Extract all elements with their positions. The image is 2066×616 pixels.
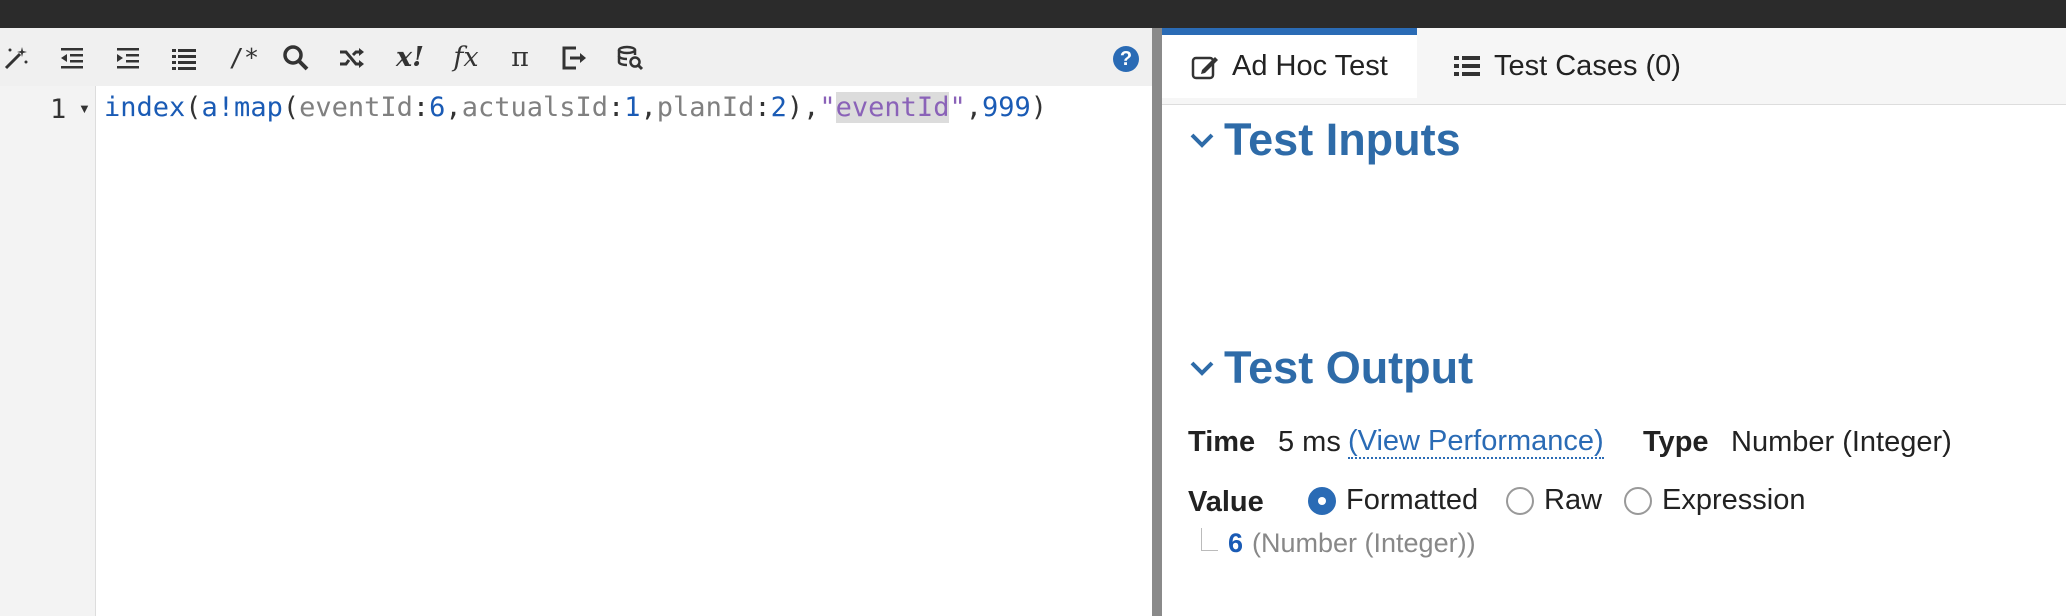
type-value: Number (Integer) bbox=[1731, 426, 1952, 458]
section-title: Test Output bbox=[1224, 342, 1474, 393]
code-token: planId bbox=[656, 92, 755, 123]
code-token: a!map bbox=[201, 92, 283, 123]
shuffle-icon[interactable] bbox=[336, 42, 368, 74]
type-label: Type bbox=[1643, 426, 1709, 458]
expression-editor-pane: /* x! fx π ? 1 ▼ index(a!map(eventId:6,a… bbox=[0, 28, 1152, 616]
radio-circle[interactable] bbox=[1506, 486, 1534, 515]
code-token: ( bbox=[185, 92, 202, 123]
code-token: , bbox=[965, 92, 982, 123]
time-label: Time bbox=[1188, 426, 1256, 458]
code-token: " bbox=[949, 92, 966, 123]
radio-label: Raw bbox=[1544, 484, 1603, 516]
database-search-icon[interactable] bbox=[614, 42, 646, 74]
radio-label: Expression bbox=[1662, 484, 1806, 516]
outdent-icon[interactable] bbox=[56, 42, 88, 74]
code-token: : bbox=[412, 92, 430, 123]
code-token: ), bbox=[786, 92, 820, 123]
test-output-header[interactable]: Test Output bbox=[1188, 342, 1473, 394]
code-token: actualsId bbox=[461, 92, 608, 123]
radio-formatted[interactable]: Formatted bbox=[1308, 484, 1478, 517]
result-type: (Number (Integer)) bbox=[1252, 528, 1476, 558]
help-icon[interactable]: ? bbox=[1113, 46, 1139, 72]
tab-label: Ad Hoc Test bbox=[1232, 50, 1388, 82]
code-token: 2 bbox=[770, 92, 787, 123]
line-number: 1 bbox=[50, 94, 67, 125]
comment-icon[interactable]: /* bbox=[224, 42, 264, 74]
test-inputs-header[interactable]: Test Inputs bbox=[1188, 114, 1461, 166]
fold-arrow-icon[interactable]: ▼ bbox=[78, 101, 91, 116]
test-tabs: Ad Hoc Test Test Cases (0) bbox=[1162, 28, 2066, 105]
chevron-down-icon bbox=[1190, 133, 1214, 148]
export-icon[interactable] bbox=[558, 42, 590, 74]
code-token: eventId bbox=[835, 92, 950, 123]
tree-connector bbox=[1201, 528, 1218, 551]
code-token: ( bbox=[282, 92, 300, 123]
chevron-down-icon bbox=[1190, 361, 1214, 376]
time-value: 5 ms bbox=[1278, 426, 1341, 458]
radio-raw[interactable]: Raw bbox=[1506, 484, 1602, 517]
result-value: 6 bbox=[1228, 528, 1244, 558]
code-token: : bbox=[608, 92, 625, 123]
code-token: " bbox=[819, 92, 836, 123]
function-icon[interactable]: fx bbox=[446, 42, 486, 74]
code-token: 1 bbox=[624, 92, 641, 123]
radio-circle[interactable] bbox=[1308, 486, 1336, 515]
search-icon[interactable] bbox=[280, 42, 312, 74]
code-token: ) bbox=[1030, 92, 1048, 123]
radio-label: Formatted bbox=[1346, 484, 1479, 516]
tab-test-cases[interactable]: Test Cases (0) bbox=[1452, 28, 1681, 104]
radio-expression[interactable]: Expression bbox=[1624, 484, 1805, 517]
code-token: index bbox=[104, 92, 186, 123]
view-performance-link[interactable]: (View Performance) bbox=[1348, 425, 1604, 459]
list-icon bbox=[1454, 56, 1480, 76]
section-title: Test Inputs bbox=[1224, 114, 1461, 165]
value-label: Value bbox=[1188, 486, 1264, 518]
tab-ad-hoc-test[interactable]: Ad Hoc Test bbox=[1162, 28, 1417, 98]
code-token: , bbox=[640, 92, 657, 123]
code-token: 999 bbox=[981, 92, 1031, 123]
radio-circle[interactable] bbox=[1624, 486, 1652, 515]
code-token: eventId bbox=[299, 92, 413, 123]
magic-wand-icon[interactable] bbox=[0, 42, 32, 74]
edit-icon bbox=[1191, 56, 1218, 79]
editor-toolbar: /* x! fx π ? bbox=[0, 28, 1152, 86]
tab-label: Test Cases (0) bbox=[1494, 49, 1681, 82]
pane-splitter[interactable] bbox=[1152, 28, 1162, 616]
code-token: : bbox=[754, 92, 771, 123]
rule-input-icon[interactable]: x! bbox=[390, 42, 430, 74]
indent-icon[interactable] bbox=[112, 42, 144, 74]
code-token: 6 bbox=[429, 92, 446, 123]
constant-pi-icon[interactable]: π bbox=[502, 42, 538, 74]
line-number-gutter: 1 ▼ bbox=[0, 86, 96, 616]
code-token: , bbox=[445, 92, 462, 123]
top-bar bbox=[0, 0, 2066, 28]
code-line[interactable]: index(a!map(eventId:6,actualsId:1,planId… bbox=[104, 86, 1047, 130]
format-list-icon[interactable] bbox=[168, 42, 200, 74]
